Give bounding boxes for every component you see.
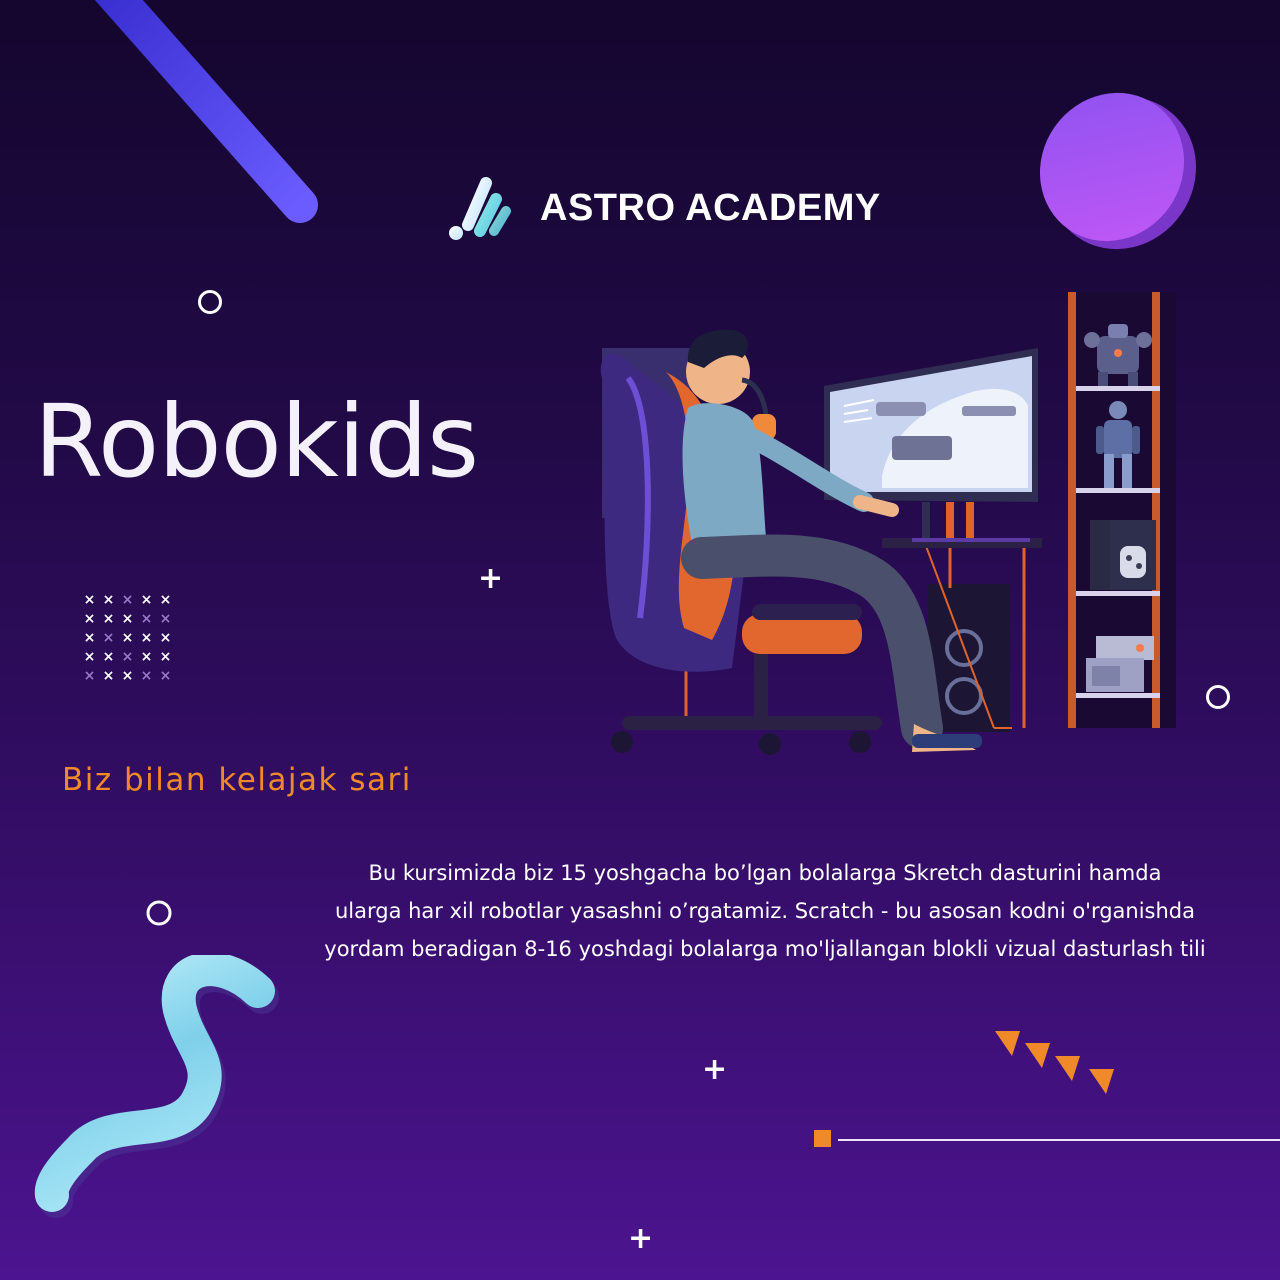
ring-decoration xyxy=(198,290,222,314)
description-line: Bu kursimizda biz 15 yoshgacha bo’lgan b… xyxy=(368,861,1162,885)
poster: + + + × × × × × × × × × × × × × × × × × × × × × × × × × xyxy=(0,0,1280,1280)
purple-disc-decoration xyxy=(1039,92,1197,250)
brand: ASTRO ACADEMY xyxy=(444,172,881,244)
tagline: Biz bilan kelajak sari xyxy=(62,762,412,798)
brand-name: ASTRO ACADEMY xyxy=(540,186,881,229)
ring-decoration xyxy=(146,900,172,926)
gamer-at-desk-illustration xyxy=(600,292,1176,755)
plus-decoration: + xyxy=(702,1052,728,1087)
plus-decoration: + xyxy=(478,561,504,596)
plus-decoration: + xyxy=(628,1221,654,1256)
ring-decoration xyxy=(1206,685,1230,709)
diagonal-bar-decoration xyxy=(95,0,318,223)
line-decoration xyxy=(814,1130,1280,1147)
course-description: Bu kursimizda biz 15 yoshgacha bo’lgan b… xyxy=(292,854,1238,968)
astro-academy-logo-icon xyxy=(449,177,511,240)
monitor-illustration xyxy=(824,348,1038,538)
x-pattern-decoration: × × × × × × × × × × × × × × × × × × × × × × × × × xyxy=(83,591,172,684)
triangles-decoration xyxy=(995,1031,1114,1094)
squiggle-decoration xyxy=(34,955,279,1218)
description-line: ularga har xil robotlar yasashni o’rgata… xyxy=(334,899,1196,923)
shelf-illustration xyxy=(1068,292,1176,728)
description-line: yordam beradigan 8-16 yoshdagi bolalarga… xyxy=(324,937,1206,961)
headline: Robokids xyxy=(34,383,479,500)
